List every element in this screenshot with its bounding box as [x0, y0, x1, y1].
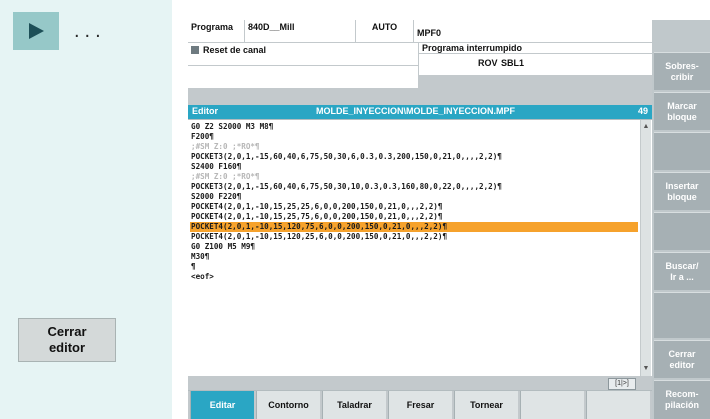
code-line[interactable]: ;#SM Z:0 ;*RO*¶ [190, 142, 638, 152]
tab-editar[interactable]: Editar [190, 391, 254, 419]
code-line[interactable]: POCKET4(2,0,1,-10,15,25,25,6,0,0,200,150… [190, 202, 638, 212]
status-header: Programa 840D__Mill AUTO MPF0 Reset de c… [188, 20, 652, 108]
play-button[interactable] [13, 12, 59, 50]
status-flags: ROV SBL1 [419, 54, 652, 75]
reset-checkbox-icon [191, 46, 199, 54]
code-line-selected[interactable]: POCKET4(2,0,1,-10,15,120,75,6,0,0,200,15… [190, 222, 638, 232]
code-editor[interactable]: G0 Z2 S2000 M3 M8¶ F200¶ ;#SM Z:0 ;*RO*¶ PO… [188, 120, 652, 376]
code-lines[interactable]: G0 Z2 S2000 M3 M8¶ F200¶ ;#SM Z:0 ;*RO*¶ PO… [190, 122, 638, 282]
code-line[interactable]: F200¶ [190, 132, 638, 142]
softkey-label: Insertar bloque [665, 180, 699, 202]
sbl-flag: SBL1 [501, 58, 525, 68]
softkey-label: Marcar bloque [667, 100, 697, 122]
machine-name: 840D__Mill [245, 20, 355, 42]
tab-empty[interactable] [520, 391, 584, 419]
code-line[interactable]: POCKET4(2,0,1,-10,15,120,25,6,0,0,200,15… [190, 232, 638, 242]
reset-label: Reset de canal [203, 45, 267, 55]
softkey-buscar-ir-a[interactable]: Buscar/ Ir a ... [654, 252, 710, 290]
tab-fresar[interactable]: Fresar [388, 391, 452, 419]
editor-title-bar: Editor MOLDE_INYECCION\MOLDE_INYECCION.M… [188, 105, 652, 119]
tab-empty[interactable] [586, 391, 650, 419]
softkey-marcar-bloque[interactable]: Marcar bloque [654, 92, 710, 130]
close-editor-button[interactable]: Cerrar editor [18, 318, 116, 362]
more-options-button[interactable]: ... [74, 20, 106, 43]
softkey-label: Recom- pilación [664, 389, 699, 410]
softkey-sobres-cribir[interactable]: Sobres- cribir [654, 52, 710, 90]
tab-taladrar[interactable]: Taladrar [322, 391, 386, 419]
tab-tornear[interactable]: Tornear [454, 391, 518, 419]
code-line[interactable]: G0 Z2 S2000 M3 M8¶ [190, 122, 638, 132]
header-empty-field [188, 66, 418, 88]
close-editor-label: Cerrar editor [47, 324, 87, 355]
editor-scrollbar[interactable]: ▲ ▼ [640, 120, 651, 376]
editor-file-path: MOLDE_INYECCION\MOLDE_INYECCION.MPF [316, 106, 516, 116]
code-line[interactable]: POCKET3(2,0,1,-15,60,40,6,75,50,30,10,0.… [190, 182, 638, 192]
softkey-recom-pilaci-n[interactable]: Recom- pilación [654, 380, 710, 419]
programa-label: Programa [188, 20, 244, 42]
editor-label: Editor [192, 106, 218, 116]
code-line[interactable]: S2000 F220¶ [190, 192, 638, 202]
program-name: MPF0 [414, 20, 652, 42]
scroll-up-icon[interactable]: ▲ [642, 122, 650, 132]
softkey-empty[interactable] [654, 132, 710, 170]
editor-line-count: 49 [637, 106, 648, 116]
code-line[interactable]: ;#SM Z:0 ;*RO*¶ [190, 172, 638, 182]
tab-contorno[interactable]: Contorno [256, 391, 320, 419]
code-line[interactable]: ¶ [190, 262, 638, 272]
horizontal-softkey-bar: Editar Contorno Taladrar Fresar Tornear [188, 391, 652, 419]
softkey-label: Cerrar editor [668, 348, 696, 370]
editor-footer-indicator: [1|>] [608, 378, 636, 390]
softkey-empty[interactable] [654, 292, 710, 338]
softkey-insertar-bloque[interactable]: Insertar bloque [654, 172, 710, 210]
softkey-label: Buscar/ Ir a ... [665, 260, 699, 282]
code-line[interactable]: M30¶ [190, 252, 638, 262]
softkey-empty [654, 20, 710, 50]
code-line[interactable]: G0 Z100 M5 M9¶ [190, 242, 638, 252]
code-line[interactable]: S2400 F160¶ [190, 162, 638, 172]
mode-indicator: AUTO [356, 20, 413, 42]
play-icon [29, 23, 44, 39]
editor-footer: [1|>] [188, 376, 652, 390]
code-line[interactable]: <eof> [190, 272, 638, 282]
cnc-hmi-window: Programa 840D__Mill AUTO MPF0 Reset de c… [188, 20, 710, 419]
left-panel: ... Cerrar editor [0, 0, 172, 419]
reset-channel[interactable]: Reset de canal [188, 43, 418, 65]
rov-flag: ROV [478, 58, 498, 68]
code-line[interactable]: POCKET4(2,0,1,-10,15,25,75,6,0,0,200,150… [190, 212, 638, 222]
code-line[interactable]: POCKET3(2,0,1,-15,60,40,6,75,50,30,6,0.3… [190, 152, 638, 162]
softkey-label: Sobres- cribir [665, 60, 699, 82]
scroll-down-icon[interactable]: ▼ [642, 364, 650, 374]
vertical-softkey-bar: Sobres- cribir Marcar bloque Insertar bloq… [652, 20, 710, 419]
status-message: Programa interrumpido [419, 43, 652, 53]
softkey-empty[interactable] [654, 212, 710, 250]
softkey-cerrar-editor[interactable]: Cerrar editor [654, 340, 710, 378]
